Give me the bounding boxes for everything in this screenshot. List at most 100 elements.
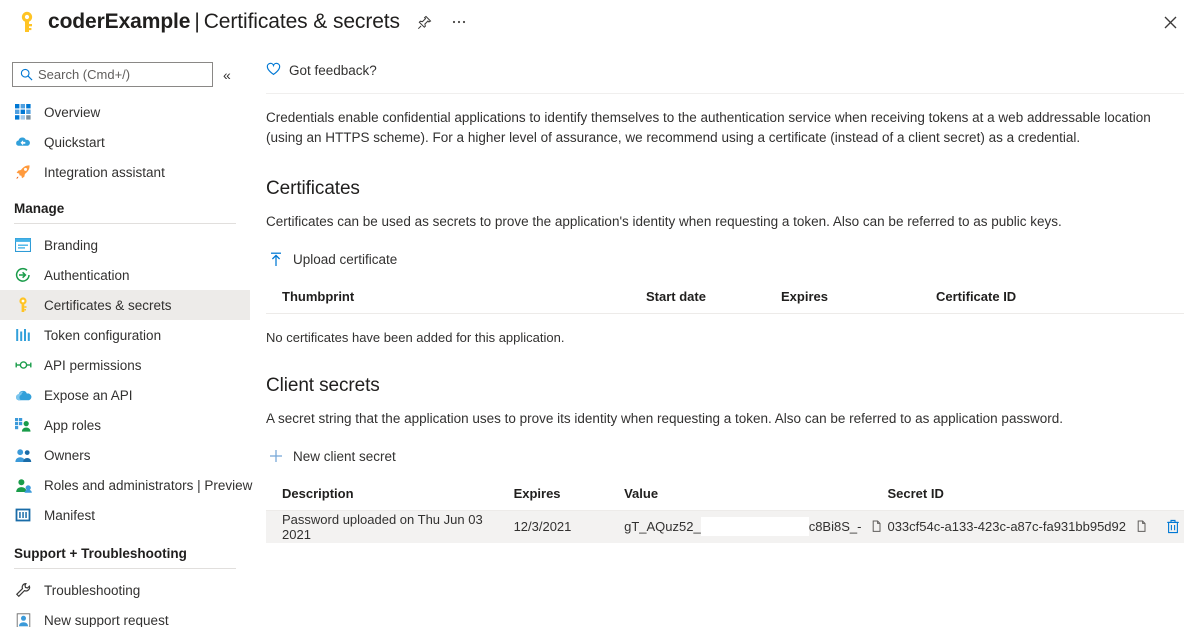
secret-id: 033cf54c-a133-423c-a87c-fa931bb95d92	[887, 519, 1126, 535]
plus-icon	[268, 448, 284, 464]
pin-icon[interactable]	[416, 13, 434, 31]
sidebar-item-troubleshooting[interactable]: Troubleshooting	[0, 575, 250, 605]
sidebar-item-label: Branding	[44, 237, 99, 253]
new-client-secret-button[interactable]: New client secret	[266, 446, 398, 466]
column-header-certificate-id: Certificate ID	[936, 285, 1184, 314]
sidebar-item-certificates-and-secrets[interactable]: Certificates & secrets	[0, 290, 250, 320]
wrench-icon	[14, 581, 32, 599]
close-icon[interactable]	[1154, 6, 1186, 38]
certificates-heading: Certificates	[266, 178, 360, 199]
page-title: coderExample | Certificates & secrets	[48, 9, 400, 35]
sidebar-nav: Overview Quickstart Integration assistan…	[0, 97, 253, 627]
sidebar-item-label: Roles and administrators | Preview	[44, 477, 253, 493]
search-input[interactable]	[38, 67, 214, 82]
copy-icon[interactable]	[1130, 516, 1152, 538]
column-header-description: Description	[266, 482, 514, 511]
client-secrets-heading: Client secrets	[266, 375, 380, 396]
sidebar-item-label: New support request	[44, 612, 169, 627]
token-bars-icon	[14, 326, 32, 344]
sidebar-item-overview[interactable]: Overview	[0, 97, 250, 127]
intro-text: Credentials enable confidential applicat…	[266, 110, 1151, 145]
search-icon	[20, 68, 33, 81]
secret-value-cell: gT_AQuz52_ c8Bi8S_-	[624, 510, 888, 543]
certificates-table: Thumbprint Start date Expires Certificat…	[266, 285, 1184, 314]
search-box[interactable]	[12, 62, 214, 87]
main-content: Got feedback? Credentials enable confide…	[250, 44, 1200, 627]
client-secrets-table: Description Expires Value Secret ID Pass…	[266, 482, 1184, 543]
sidebar-group-title: Manage	[14, 201, 65, 216]
table-row[interactable]: Password uploaded on Thu Jun 03 2021 12/…	[266, 510, 1184, 543]
secret-value-prefix: gT_AQuz52_	[624, 519, 701, 535]
sidebar-group-manage: Manage	[0, 201, 250, 224]
copy-icon[interactable]	[865, 516, 887, 538]
key-icon	[14, 296, 32, 314]
sidebar-item-label: API permissions	[44, 357, 142, 373]
sidebar-item-roles-and-administrators[interactable]: Roles and administrators | Preview	[0, 470, 253, 500]
sidebar-item-label: Expose an API	[44, 387, 133, 403]
certificates-empty-message: No certificates have been added for this…	[266, 330, 565, 345]
roles-admin-icon	[14, 476, 32, 494]
sidebar-item-api-permissions[interactable]: API permissions	[0, 350, 250, 380]
secret-id-cell: 033cf54c-a133-423c-a87c-fa931bb95d92	[887, 510, 1184, 543]
secret-value-suffix: c8Bi8S_-	[808, 519, 862, 535]
divider	[266, 93, 1184, 94]
azure-portal-blade: coderExample | Certificates & secrets Se…	[0, 0, 1200, 627]
trash-icon[interactable]	[1162, 516, 1184, 538]
ellipsis-icon[interactable]	[450, 13, 468, 31]
sidebar-item-label: Integration assistant	[44, 164, 165, 180]
branding-window-icon	[14, 236, 32, 254]
column-header-expires: Expires	[781, 285, 936, 314]
column-header-secret-id: Secret ID	[887, 482, 1184, 511]
sidebar-item-owners[interactable]: Owners	[0, 440, 250, 470]
chevron-double-left-icon[interactable]: «	[223, 68, 231, 82]
column-header-value: Value	[624, 482, 888, 511]
sidebar-item-label: Certificates & secrets	[44, 297, 172, 313]
manifest-icon	[14, 506, 32, 524]
column-header-expires: Expires	[513, 482, 625, 511]
sidebar-item-label: Troubleshooting	[44, 582, 141, 598]
upload-icon	[268, 251, 284, 267]
sidebar-group-support: Support + Troubleshooting	[0, 546, 250, 569]
sidebar-item-label: Overview	[44, 104, 101, 120]
got-feedback-label: Got feedback?	[289, 63, 377, 78]
sidebar-item-app-roles[interactable]: App roles	[0, 410, 250, 440]
divider	[14, 223, 236, 224]
sidebar-item-token-configuration[interactable]: Token configuration	[0, 320, 250, 350]
sidebar-item-new-support-request[interactable]: New support request	[0, 605, 250, 627]
quickstart-cloud-icon	[14, 133, 32, 151]
sidebar-item-expose-an-api[interactable]: Expose an API	[0, 380, 250, 410]
authentication-arrow-icon	[14, 266, 32, 284]
heart-icon	[266, 62, 281, 79]
new-client-secret-label: New client secret	[293, 448, 396, 464]
sidebar-item-label: Quickstart	[44, 134, 105, 150]
api-permissions-icon	[14, 356, 32, 374]
sidebar-item-branding[interactable]: Branding	[0, 230, 250, 260]
sidebar-item-integration-assistant[interactable]: Integration assistant	[0, 157, 250, 187]
support-person-icon	[14, 611, 32, 627]
sidebar-search-row: «	[0, 62, 250, 87]
sidebar-item-label: Owners	[44, 447, 91, 463]
got-feedback-button[interactable]: Got feedback?	[266, 62, 377, 79]
title-separator: |	[194, 10, 200, 33]
sidebar-item-label: Authentication	[44, 267, 130, 283]
column-header-start-date: Start date	[646, 285, 781, 314]
sidebar-item-label: Token configuration	[44, 327, 162, 343]
sidebar-item-authentication[interactable]: Authentication	[0, 260, 250, 290]
sidebar-item-quickstart[interactable]: Quickstart	[0, 127, 250, 157]
sidebar-item-label: App roles	[44, 417, 102, 433]
overview-grid-icon	[14, 103, 32, 121]
sidebar-item-label: Manifest	[44, 507, 96, 523]
secret-description: Password uploaded on Thu Jun 03 2021	[266, 510, 514, 543]
rocket-icon	[14, 163, 32, 181]
table-header-row: Thumbprint Start date Expires Certificat…	[266, 285, 1184, 314]
expose-api-cloud-icon	[14, 386, 32, 404]
sidebar-item-manifest[interactable]: Manifest	[0, 500, 250, 530]
upload-certificate-button[interactable]: Upload certificate	[266, 249, 399, 269]
certificates-description: Certificates can be used as secrets to p…	[266, 214, 1062, 229]
upload-certificate-label: Upload certificate	[293, 251, 398, 267]
blade-name: Certificates & secrets	[203, 10, 400, 33]
table-header-row: Description Expires Value Secret ID	[266, 482, 1184, 511]
blade-title-bar: coderExample | Certificates & secrets	[0, 0, 1200, 44]
sidebar-group-title: Support + Troubleshooting	[14, 546, 187, 561]
key-icon	[16, 9, 38, 35]
